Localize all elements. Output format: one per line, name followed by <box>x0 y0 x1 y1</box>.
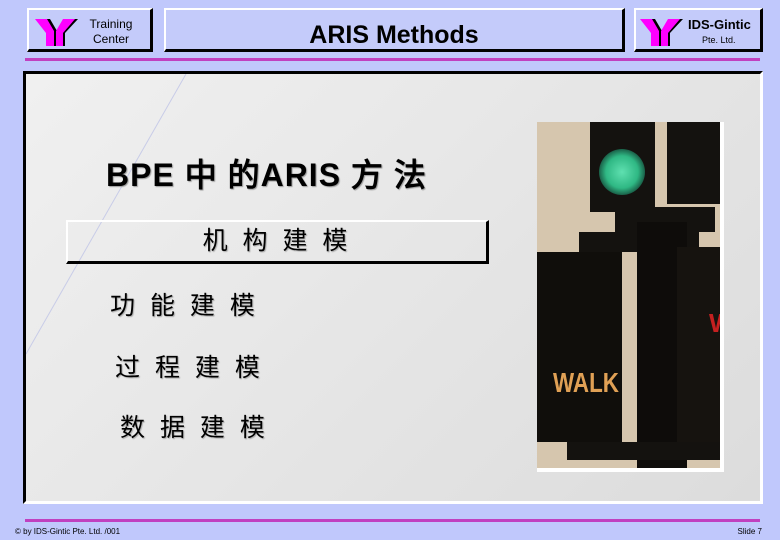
footer-divider <box>25 519 760 522</box>
training-center-label: Training Center <box>81 17 141 47</box>
company-logo-box: IDS-Gintic Pte. Ltd. <box>634 8 763 52</box>
header-divider <box>25 58 760 61</box>
slide-number: Slide 7 <box>737 527 762 536</box>
slide-content-panel: BPE 中 的ARIS 方 法 机 构 建 模 功 能 建 模 过 程 建 模 … <box>23 71 763 504</box>
slide-heading: BPE 中 的ARIS 方 法 <box>106 157 427 193</box>
title-box: ARIS Methods <box>164 8 625 52</box>
highlighted-item[interactable]: 机 构 建 模 <box>66 220 489 264</box>
training-label: Training <box>89 17 133 31</box>
list-item: 数 据 建 模 <box>120 414 269 442</box>
page-title: ARIS Methods <box>309 21 479 49</box>
list-item: 过 程 建 模 <box>115 354 264 382</box>
company-suffix: Pte. Ltd. <box>702 35 736 45</box>
list-item: 功 能 建 模 <box>110 292 259 320</box>
ids-gintic-y-logo-icon <box>35 17 81 47</box>
training-center-box: Training Center <box>27 8 153 52</box>
green-light <box>599 149 645 195</box>
walk-sign-text: WALK <box>553 368 620 399</box>
dont-walk-text: W <box>709 308 720 338</box>
ids-gintic-y-logo-icon <box>640 17 686 47</box>
traffic-signal-photo: W WALK <box>537 122 724 472</box>
center-label: Center <box>92 32 130 46</box>
copyright-text: © by IDS-Gintic Pte. Ltd. /001 <box>15 527 121 536</box>
company-name: IDS-Gintic <box>688 17 751 32</box>
